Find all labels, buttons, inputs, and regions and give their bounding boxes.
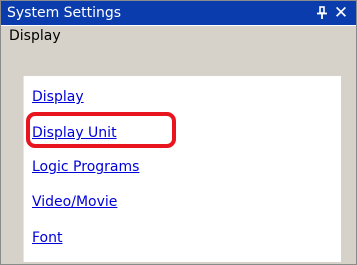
link-video-movie[interactable]: Video/Movie — [32, 193, 117, 211]
close-icon[interactable]: ✕ — [332, 3, 350, 23]
title-bar: System Settings ✕ — [1, 1, 356, 25]
link-font[interactable]: Font — [32, 229, 62, 247]
window-title: System Settings — [7, 5, 122, 21]
link-display-unit[interactable]: Display Unit — [32, 124, 117, 142]
section-title: Display — [9, 28, 61, 44]
link-logic-programs[interactable]: Logic Programs — [32, 158, 139, 176]
pin-icon[interactable] — [314, 4, 330, 22]
link-display[interactable]: Display — [32, 88, 84, 106]
